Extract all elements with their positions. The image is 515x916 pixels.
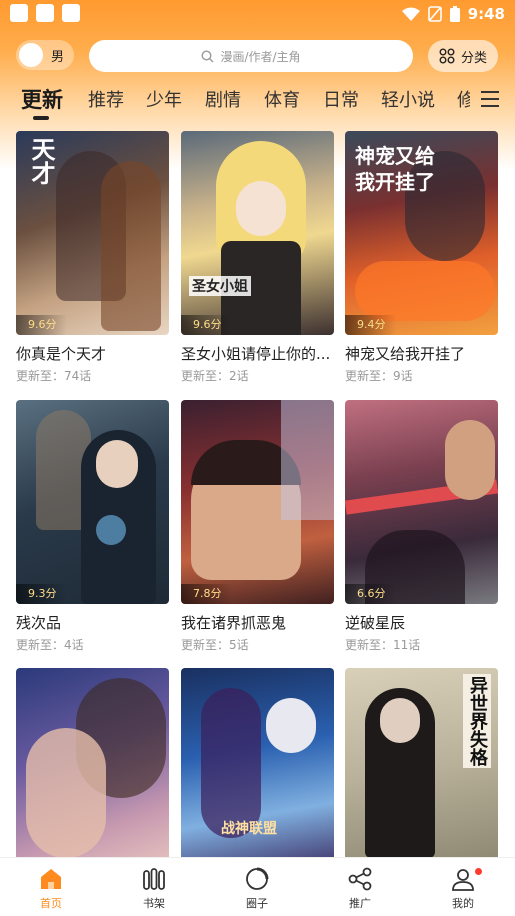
score-badge: 9.6分 (16, 315, 67, 335)
cover-title-art: 异世界失格 (463, 674, 491, 768)
comic-cover[interactable]: 7.8分 (181, 400, 334, 604)
update-info: 更新至：4话 (16, 638, 84, 652)
wifi-icon (401, 7, 420, 21)
update-info: 更新至：2话 (181, 369, 249, 383)
circle-icon (246, 867, 269, 890)
nav-home-label: 首页 (40, 897, 62, 910)
update-info: 更新至：74话 (16, 369, 92, 383)
category-tabs: 更新 推荐 少年 剧情 体育 日常 轻小说 修 (0, 80, 470, 120)
score-badge: 9.3分 (16, 584, 67, 604)
search-input[interactable]: 漫画/作者/主角 (89, 40, 413, 72)
home-icon (41, 869, 61, 889)
comic-title[interactable]: 残次品 (16, 612, 176, 633)
comic-cover[interactable] (16, 668, 169, 872)
notification-dot (475, 868, 482, 875)
comic-cover[interactable]: 圣女小姐 9.6分 (181, 131, 334, 335)
nav-bookshelf[interactable]: 书架 (119, 862, 189, 914)
comic-card[interactable] (16, 668, 169, 872)
tab-drama[interactable]: 剧情 (205, 86, 241, 112)
nav-share[interactable]: 推广 (325, 862, 395, 914)
profile-icon (452, 869, 474, 891)
tab-cultivation[interactable]: 修 (457, 86, 470, 112)
nav-profile[interactable]: 我的 (428, 862, 498, 914)
tab-shounen[interactable]: 少年 (146, 86, 182, 112)
status-bar: 9:48 (0, 0, 515, 28)
score-badge: 9.6分 (181, 315, 232, 335)
cover-title-art: 神宠又给我开挂了 (355, 144, 435, 194)
comic-cover[interactable]: 异世界失格 (345, 668, 498, 872)
update-info: 更新至：11话 (345, 638, 421, 652)
share-icon (348, 867, 372, 891)
comic-cover[interactable]: 神宠又给我开挂了 9.4分 (345, 131, 498, 335)
tab-sports[interactable]: 体育 (264, 86, 300, 112)
tab-active-indicator (33, 116, 49, 120)
search-placeholder: 漫画/作者/主角 (220, 49, 301, 64)
toggle-knob (19, 43, 43, 67)
sim-icon (427, 6, 442, 22)
nav-home[interactable]: 首页 (16, 862, 86, 914)
nav-bookshelf-label: 书架 (143, 897, 165, 910)
comic-cover[interactable]: 6.6分 (345, 400, 498, 604)
app-screen: 9:48 男 漫画/作者/主角 分类 更新 推荐 少年 剧情 体育 日常 轻小说… (0, 0, 515, 916)
comic-title[interactable]: 神宠又给我开挂了 (345, 343, 505, 364)
comic-card[interactable]: 异世界失格 (345, 668, 498, 872)
cover-title-art: 战神联盟 (221, 821, 277, 837)
comic-card[interactable]: 6.6分 逆破星辰 更新至：11话 (345, 400, 498, 652)
comic-card[interactable]: 7.8分 我在诸界抓恶鬼 更新至：5话 (181, 400, 334, 652)
comic-cover[interactable]: 战神联盟 (181, 668, 334, 872)
score-badge: 6.6分 (345, 584, 396, 604)
comic-cover[interactable]: 9.3分 (16, 400, 169, 604)
comic-title[interactable]: 逆破星辰 (345, 612, 505, 633)
category-label: 分类 (460, 50, 487, 66)
category-icon (439, 48, 455, 64)
bottom-navigation: 首页 书架 圈子 推广 我的 (0, 857, 515, 916)
tab-light-novel[interactable]: 轻小说 (381, 86, 435, 112)
tab-updates[interactable]: 更新 (21, 84, 63, 114)
comic-cover[interactable]: 天才 9.6分 (16, 131, 169, 335)
bookshelf-icon (143, 868, 165, 890)
comic-card[interactable]: 9.3分 残次品 更新至：4话 (16, 400, 169, 652)
battery-icon (449, 6, 460, 22)
notification-icon (10, 4, 28, 22)
comic-title[interactable]: 圣女小姐请停止你的... (181, 343, 341, 364)
nav-circle-label: 圈子 (246, 897, 268, 910)
status-time: 9:48 (467, 5, 505, 23)
cover-title-art: 圣女小姐 (189, 276, 251, 296)
comic-card[interactable]: 圣女小姐 9.6分 圣女小姐请停止你的... 更新至：2话 (181, 131, 334, 383)
update-info: 更新至：9话 (345, 369, 413, 383)
score-badge: 9.4分 (345, 315, 396, 335)
score-badge: 7.8分 (181, 584, 232, 604)
nav-circle[interactable]: 圈子 (222, 862, 292, 914)
cover-title-art: 天才 (27, 137, 56, 185)
comic-card[interactable]: 神宠又给我开挂了 9.4分 神宠又给我开挂了 更新至：9话 (345, 131, 498, 383)
comic-title[interactable]: 我在诸界抓恶鬼 (181, 612, 341, 633)
nav-share-label: 推广 (349, 897, 371, 910)
nav-profile-label: 我的 (452, 897, 474, 910)
tab-recommended[interactable]: 推荐 (88, 86, 124, 112)
category-button[interactable]: 分类 (428, 40, 498, 72)
menu-icon[interactable] (481, 91, 499, 107)
search-icon (201, 49, 214, 62)
notification-icon (62, 4, 80, 22)
comic-card[interactable]: 战神联盟 (181, 668, 334, 872)
gender-label: 男 (51, 49, 65, 65)
update-info: 更新至：5话 (181, 638, 249, 652)
comic-title[interactable]: 你真是个天才 (16, 343, 176, 364)
gender-toggle[interactable]: 男 (16, 40, 74, 70)
notification-icon (36, 4, 54, 22)
comic-card[interactable]: 天才 9.6分 你真是个天才 更新至：74话 (16, 131, 169, 383)
tab-daily[interactable]: 日常 (323, 86, 359, 112)
